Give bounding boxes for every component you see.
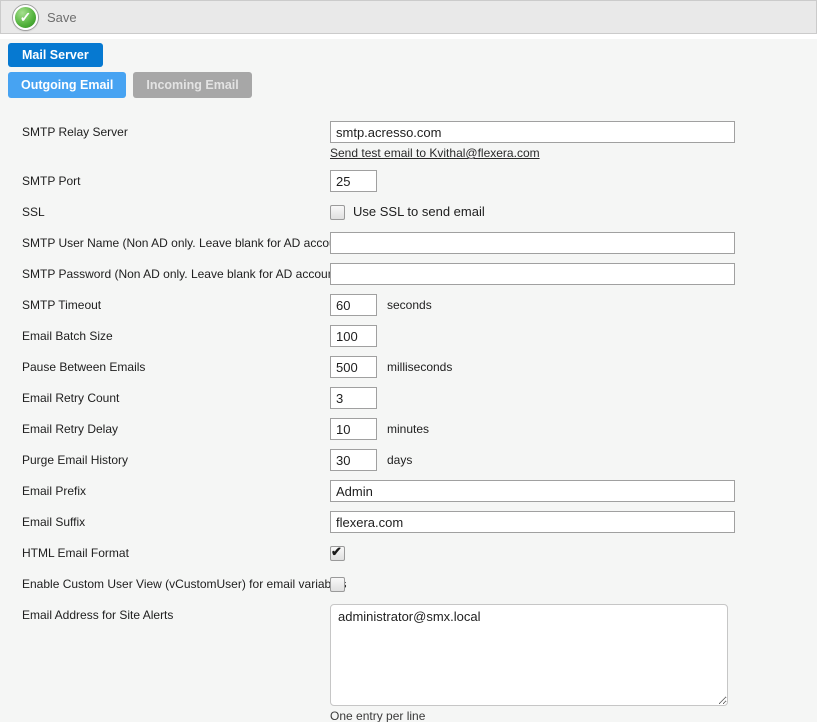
subtab-bar: Outgoing Email Incoming Email xyxy=(8,72,817,98)
field-label: HTML Email Format xyxy=(22,542,330,564)
form-row-pause-between-emails: Pause Between Emails milliseconds xyxy=(22,356,817,378)
form-row-email-batch-size: Email Batch Size xyxy=(22,325,817,347)
settings-content: Mail Server Outgoing Email Incoming Emai… xyxy=(0,39,817,722)
form-row-smtp-timeout: SMTP Timeout seconds xyxy=(22,294,817,316)
ssl-checkbox[interactable] xyxy=(330,205,345,220)
unit-label: milliseconds xyxy=(387,356,452,378)
field-label: Email Retry Delay xyxy=(22,418,330,440)
field-label: Email Batch Size xyxy=(22,325,330,347)
html-email-format-checkbox[interactable] xyxy=(330,546,345,561)
smtp-user-name-non-ad-only-leave-blank-for-ad-account-input[interactable] xyxy=(330,232,735,254)
purge-email-history-input[interactable] xyxy=(330,449,377,471)
save-check-icon: ✓ xyxy=(13,5,38,30)
field-label: Email Address for Site Alerts xyxy=(22,604,330,626)
field-label: SSL xyxy=(22,201,330,223)
unit-label: minutes xyxy=(387,418,429,440)
form-row-ssl: SSL Use SSL to send email xyxy=(22,201,817,223)
form-row-email-retry-count: Email Retry Count xyxy=(22,387,817,409)
email-retry-count-input[interactable] xyxy=(330,387,377,409)
enable-custom-user-view-vcustomuser-for-email-variables-checkbox[interactable] xyxy=(330,577,345,592)
field-label: Email Retry Count xyxy=(22,387,330,409)
field-label: SMTP Port xyxy=(22,170,330,192)
form-row-email-address-for-site-alerts: Email Address for Site Alertsadministrat… xyxy=(22,604,817,722)
field-label: SMTP Relay Server xyxy=(22,121,330,143)
smtp-password-non-ad-only-leave-blank-for-ad-account-input[interactable] xyxy=(330,263,735,285)
textarea-note: One entry per line xyxy=(330,709,425,722)
field-label: Pause Between Emails xyxy=(22,356,330,378)
save-button-label: Save xyxy=(47,10,77,25)
field-label: SMTP User Name (Non AD only. Leave blank… xyxy=(22,232,330,254)
field-label: SMTP Timeout xyxy=(22,294,330,316)
form-row-smtp-relay-server: SMTP Relay ServerSend test email to Kvit… xyxy=(22,121,817,161)
email-address-for-site-alerts-textarea[interactable]: administrator@smx.local xyxy=(330,604,728,706)
form-row-html-email-format: HTML Email Format xyxy=(22,542,817,564)
pause-between-emails-input[interactable] xyxy=(330,356,377,378)
field-label: Enable Custom User View (vCustomUser) fo… xyxy=(22,573,330,595)
email-batch-size-input[interactable] xyxy=(330,325,377,347)
unit-label: seconds xyxy=(387,294,432,316)
email-retry-delay-input[interactable] xyxy=(330,418,377,440)
form-row-smtp-port: SMTP Port xyxy=(22,170,817,192)
form-row-smtp-user-name-non-ad-only-leave-blank-for-ad-account: SMTP User Name (Non AD only. Leave blank… xyxy=(22,232,817,254)
tab-incoming-email[interactable]: Incoming Email xyxy=(133,72,251,98)
unit-label: days xyxy=(387,449,412,471)
send-test-email-link[interactable]: Send test email to Kvithal@flexera.com xyxy=(330,146,540,161)
form-row-email-prefix: Email Prefix xyxy=(22,480,817,502)
form-row-smtp-password-non-ad-only-leave-blank-for-ad-account: SMTP Password (Non AD only. Leave blank … xyxy=(22,263,817,285)
field-label: Purge Email History xyxy=(22,449,330,471)
form-row-email-suffix: Email Suffix xyxy=(22,511,817,533)
field-label: SMTP Password (Non AD only. Leave blank … xyxy=(22,263,330,285)
tab-outgoing-email[interactable]: Outgoing Email xyxy=(8,72,126,98)
email-suffix-input[interactable] xyxy=(330,511,735,533)
smtp-timeout-input[interactable] xyxy=(330,294,377,316)
email-prefix-input[interactable] xyxy=(330,480,735,502)
settings-form: SMTP Relay ServerSend test email to Kvit… xyxy=(8,121,817,722)
form-row-enable-custom-user-view-vcustomuser-for-email-variables: Enable Custom User View (vCustomUser) fo… xyxy=(22,573,817,595)
smtp-port-input[interactable] xyxy=(330,170,377,192)
tab-mail-server[interactable]: Mail Server xyxy=(8,43,103,67)
smtp-relay-server-input[interactable] xyxy=(330,121,735,143)
form-row-purge-email-history: Purge Email History days xyxy=(22,449,817,471)
toolbar: ✓ Save xyxy=(0,0,817,34)
field-label: Email Suffix xyxy=(22,511,330,533)
form-row-email-retry-delay: Email Retry Delay minutes xyxy=(22,418,817,440)
checkbox-label: Use SSL to send email xyxy=(353,201,485,223)
field-label: Email Prefix xyxy=(22,480,330,502)
save-button[interactable]: ✓ Save xyxy=(13,5,77,30)
